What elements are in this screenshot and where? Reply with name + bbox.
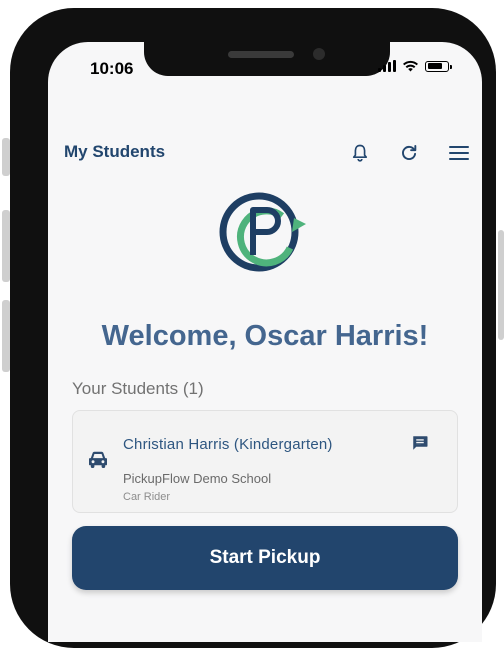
welcome-message: Welcome, Oscar Harris! [48,320,482,353]
app-header: My Students [48,130,482,176]
phone-frame: 10:06 My Students [10,8,496,648]
bell-icon [350,143,370,163]
pickupflow-logo [218,188,312,278]
mute-switch [2,138,10,176]
notifications-button[interactable] [347,140,373,166]
student-name: Christian Harris (Kindergarten) [123,436,333,453]
message-button[interactable] [411,434,429,457]
status-bar-icons [378,60,449,72]
student-card[interactable]: Christian Harris (Kindergarten) PickupFl… [72,410,458,513]
students-section-label: Your Students (1) [72,379,204,399]
power-button [498,230,504,340]
wifi-icon [402,60,419,72]
car-icon [87,450,109,468]
volume-down-button [2,300,10,372]
menu-icon [449,145,469,161]
device-notch [144,42,390,76]
status-bar-time: 10:06 [90,59,133,79]
refresh-button[interactable] [396,140,422,166]
rider-type: Car Rider [123,491,170,503]
start-pickup-button[interactable]: Start Pickup [72,526,458,590]
page-title: My Students [64,142,165,162]
volume-up-button [2,210,10,282]
battery-icon [425,61,449,72]
front-camera [313,48,325,60]
school-name: PickupFlow Demo School [123,471,271,486]
cellular-signal-icon [378,60,396,72]
speaker-grille [228,51,294,58]
menu-button[interactable] [446,140,472,166]
message-icon [411,434,429,452]
app-screen: 10:06 My Students [48,42,482,642]
refresh-icon [399,143,419,163]
